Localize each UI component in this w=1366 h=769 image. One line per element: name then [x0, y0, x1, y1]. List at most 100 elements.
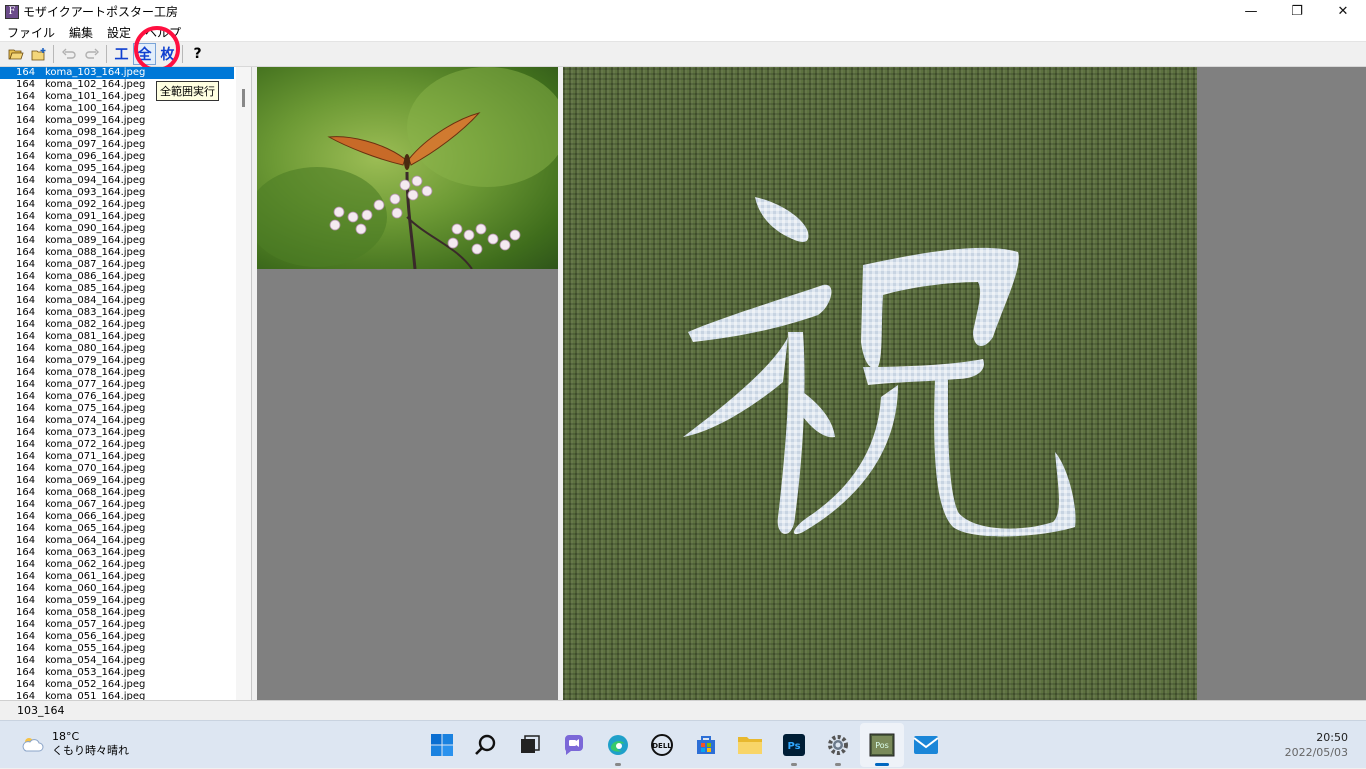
list-item-size: 164 [16, 679, 36, 690]
list-item-filename: koma_100_164.jpeg [45, 103, 146, 114]
open-folder-button[interactable] [4, 43, 27, 65]
list-item-size: 164 [16, 415, 36, 426]
list-item-filename: koma_102_164.jpeg [45, 79, 146, 90]
list-item[interactable]: 164 koma_097_164.jpeg [0, 139, 251, 151]
list-item[interactable]: 164 koma_058_164.jpeg [0, 607, 251, 619]
list-item[interactable]: 164 koma_055_164.jpeg [0, 643, 251, 655]
maximize-button[interactable]: ❐ [1274, 0, 1320, 23]
list-item-size: 164 [16, 631, 36, 642]
list-item[interactable]: 164 koma_088_164.jpeg [0, 247, 251, 259]
list-item[interactable]: 164 koma_072_164.jpeg [0, 439, 251, 451]
store-button[interactable] [684, 723, 728, 767]
list-item[interactable]: 164 koma_052_164.jpeg [0, 679, 251, 691]
list-scrollbar[interactable] [236, 67, 251, 700]
list-item[interactable]: 164 koma_056_164.jpeg [0, 631, 251, 643]
list-item[interactable]: 164 koma_063_164.jpeg [0, 547, 251, 559]
list-item[interactable]: 164 koma_103_164.jpeg [0, 67, 234, 79]
close-button[interactable]: ✕ [1320, 0, 1366, 23]
list-item[interactable]: 164 koma_094_164.jpeg [0, 175, 251, 187]
list-item[interactable]: 164 koma_096_164.jpeg [0, 151, 251, 163]
start-button[interactable] [420, 723, 464, 767]
list-item[interactable]: 164 koma_090_164.jpeg [0, 223, 251, 235]
list-item[interactable]: 164 koma_080_164.jpeg [0, 343, 251, 355]
list-item[interactable]: 164 koma_051_164.jpeg [0, 691, 251, 700]
list-item[interactable]: 164 koma_087_164.jpeg [0, 259, 251, 271]
run-all-button[interactable]: 全 [133, 43, 156, 65]
list-item[interactable]: 164 koma_079_164.jpeg [0, 355, 251, 367]
list-item[interactable]: 164 koma_057_164.jpeg [0, 619, 251, 631]
mail-button[interactable] [904, 723, 948, 767]
window-title: モザイクアートポスター工房 [23, 5, 179, 19]
list-item[interactable]: 164 koma_093_164.jpeg [0, 187, 251, 199]
list-item-filename: koma_080_164.jpeg [45, 343, 146, 354]
list-item[interactable]: 164 koma_100_164.jpeg [0, 103, 251, 115]
list-item[interactable]: 164 koma_068_164.jpeg [0, 487, 251, 499]
list-item-size: 164 [16, 331, 36, 342]
undo-button[interactable] [57, 43, 80, 65]
list-item-size: 164 [16, 511, 36, 522]
edge-button[interactable] [596, 723, 640, 767]
list-item[interactable]: 164 koma_061_164.jpeg [0, 571, 251, 583]
list-item[interactable]: 164 koma_078_164.jpeg [0, 367, 251, 379]
list-item[interactable]: 164 koma_070_164.jpeg [0, 463, 251, 475]
list-item[interactable]: 164 koma_083_164.jpeg [0, 307, 251, 319]
help-button[interactable]: ? [186, 43, 209, 65]
weather-widget[interactable]: 18°C くもり時々晴れ [20, 730, 129, 758]
list-item[interactable]: 164 koma_077_164.jpeg [0, 379, 251, 391]
mosaic-app-button[interactable]: Pos [860, 723, 904, 767]
list-item-filename: koma_087_164.jpeg [45, 259, 146, 270]
source-photo [257, 67, 558, 269]
list-item[interactable]: 164 koma_074_164.jpeg [0, 415, 251, 427]
list-item-size: 164 [16, 175, 36, 186]
list-item[interactable]: 164 koma_099_164.jpeg [0, 115, 251, 127]
list-item[interactable]: 164 koma_075_164.jpeg [0, 403, 251, 415]
kou-button[interactable]: 工 [110, 43, 133, 65]
scroll-thumb[interactable] [242, 89, 245, 107]
file-list[interactable]: 164 koma_103_164.jpeg 164 koma_102_164.jpeg… [0, 67, 252, 700]
list-item[interactable]: 164 koma_081_164.jpeg [0, 331, 251, 343]
list-item[interactable]: 164 koma_073_164.jpeg [0, 427, 251, 439]
chat-button[interactable] [552, 723, 596, 767]
list-item[interactable]: 164 koma_076_164.jpeg [0, 391, 251, 403]
dell-button[interactable]: DELL [640, 723, 684, 767]
list-item[interactable]: 164 koma_054_164.jpeg [0, 655, 251, 667]
list-item[interactable]: 164 koma_064_164.jpeg [0, 535, 251, 547]
list-item[interactable]: 164 koma_059_164.jpeg [0, 595, 251, 607]
system-clock[interactable]: 20:50 2022/05/03 [1285, 730, 1348, 760]
list-item[interactable]: 164 koma_092_164.jpeg [0, 199, 251, 211]
redo-button[interactable] [80, 43, 103, 65]
list-item[interactable]: 164 koma_095_164.jpeg [0, 163, 251, 175]
list-item[interactable]: 164 koma_082_164.jpeg [0, 319, 251, 331]
photoshop-button[interactable]: Ps [772, 723, 816, 767]
list-item[interactable]: 164 koma_071_164.jpeg [0, 451, 251, 463]
list-item[interactable]: 164 koma_091_164.jpeg [0, 211, 251, 223]
toolbar: 工 全 枚 ? [0, 42, 1366, 67]
explorer-button[interactable] [728, 723, 772, 767]
list-item[interactable]: 164 koma_066_164.jpeg [0, 511, 251, 523]
list-item[interactable]: 164 koma_085_164.jpeg [0, 283, 251, 295]
mai-button[interactable]: 枚 [156, 43, 179, 65]
list-item[interactable]: 164 koma_098_164.jpeg [0, 127, 251, 139]
list-item[interactable]: 164 koma_084_164.jpeg [0, 295, 251, 307]
settings-button[interactable] [816, 723, 860, 767]
list-item[interactable]: 164 koma_060_164.jpeg [0, 583, 251, 595]
list-item[interactable]: 164 koma_067_164.jpeg [0, 499, 251, 511]
list-item[interactable]: 164 koma_065_164.jpeg [0, 523, 251, 535]
menu-help[interactable]: ヘルプ [138, 24, 188, 41]
list-item[interactable]: 164 koma_062_164.jpeg [0, 559, 251, 571]
minimize-button[interactable]: — [1228, 0, 1274, 23]
taskbar-search-button[interactable] [464, 723, 508, 767]
list-item-filename: koma_060_164.jpeg [45, 583, 146, 594]
menu-edit[interactable]: 編集 [62, 24, 100, 41]
list-item[interactable]: 164 koma_069_164.jpeg [0, 475, 251, 487]
menu-file[interactable]: ファイル [0, 24, 62, 41]
list-item[interactable]: 164 koma_053_164.jpeg [0, 667, 251, 679]
list-item-filename: koma_096_164.jpeg [45, 151, 146, 162]
task-view-button[interactable] [508, 723, 552, 767]
list-item[interactable]: 164 koma_089_164.jpeg [0, 235, 251, 247]
new-folder-button[interactable] [27, 43, 50, 65]
list-item-size: 164 [16, 379, 36, 390]
menu-settings[interactable]: 設定 [100, 24, 138, 41]
list-item[interactable]: 164 koma_086_164.jpeg [0, 271, 251, 283]
cloud-sun-icon [22, 738, 44, 752]
